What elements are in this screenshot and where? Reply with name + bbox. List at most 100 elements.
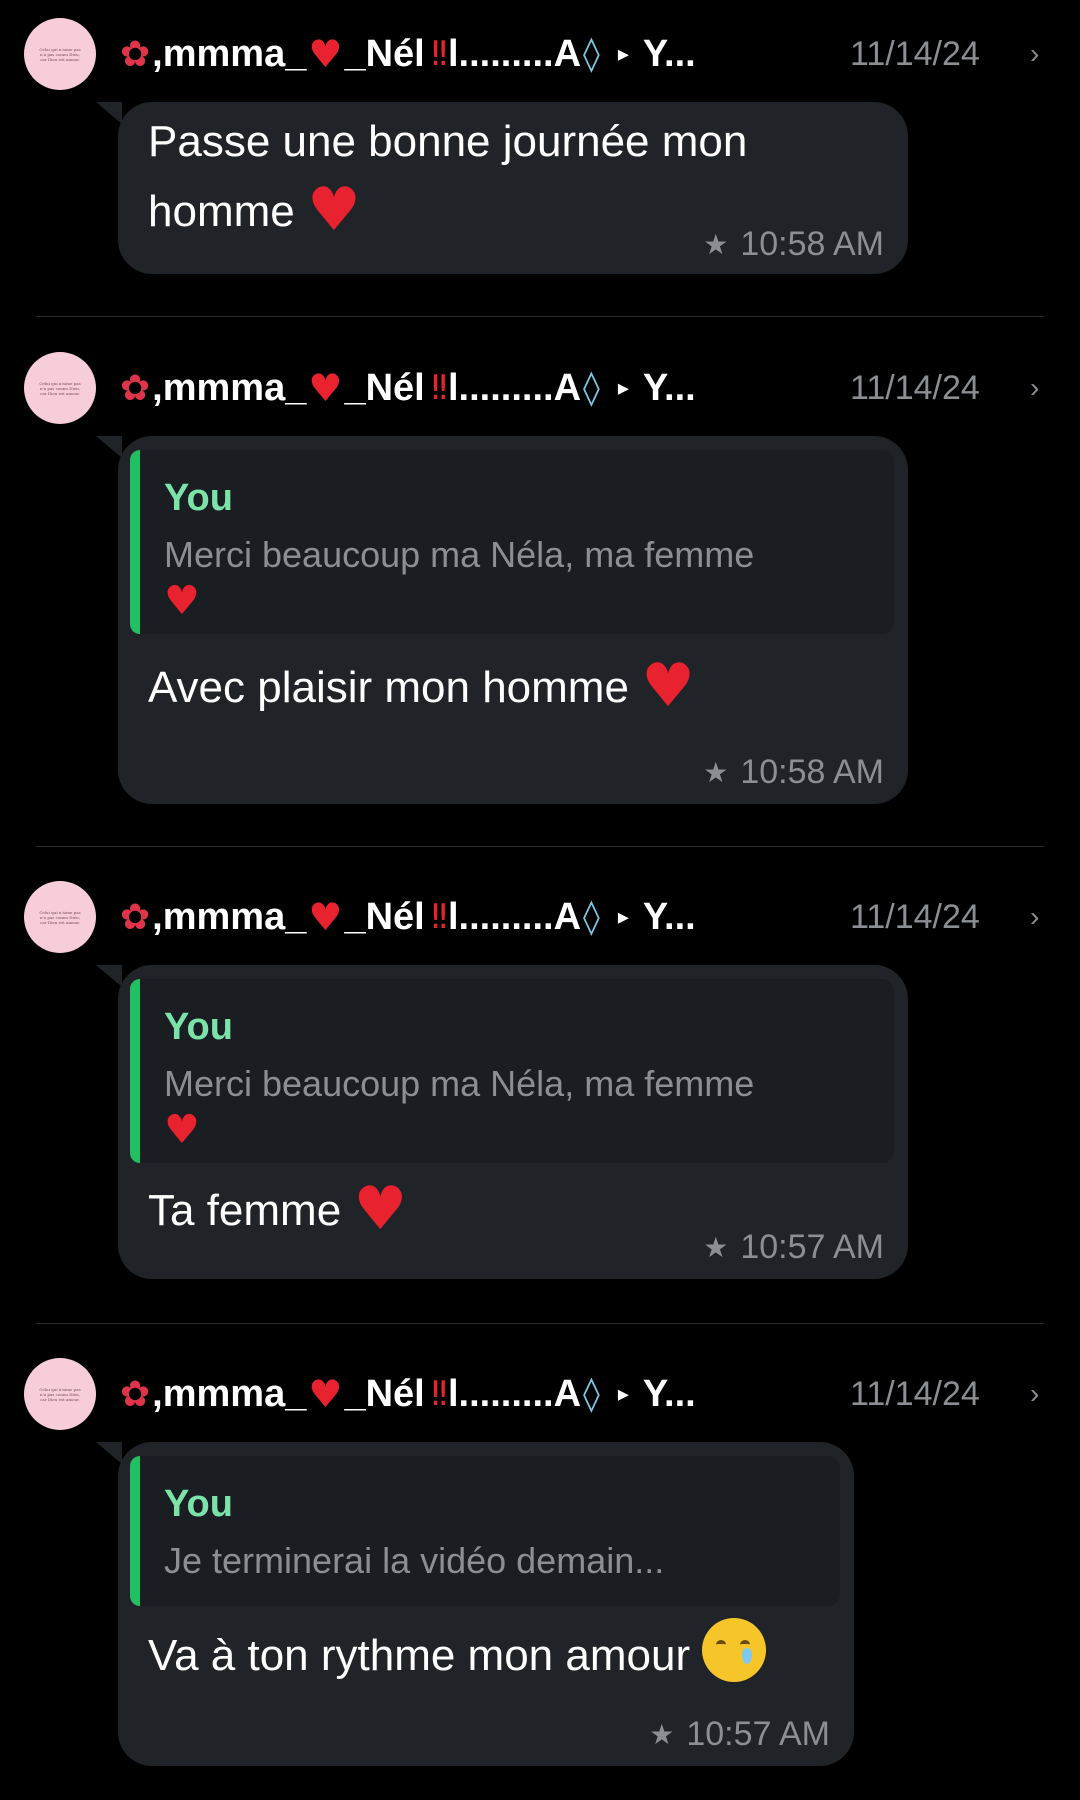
quote-accent-bar xyxy=(130,1456,140,1606)
ring-icon: ◊ xyxy=(583,34,600,74)
message-date: 11/14/24 xyxy=(850,897,980,936)
message-date: 11/14/24 xyxy=(850,1374,980,1413)
quote-accent-bar xyxy=(130,979,140,1163)
sender-name-part1: ,mmma_ xyxy=(152,895,307,938)
double-exclamation-icon: !! xyxy=(428,897,450,937)
sender-name-part2: _Nél xyxy=(344,366,425,409)
contact-avatar[interactable]: Celui qui n'aime pas n'a pas connu Dieu,… xyxy=(24,1358,96,1430)
sender-name-part1: ,mmma_ xyxy=(152,32,307,75)
flower-icon: ✿ xyxy=(120,1373,151,1415)
message-meta: ★ 10:58 AM xyxy=(703,224,884,264)
play-arrow-icon: ▸ xyxy=(617,904,629,930)
sender-name-part2: _Nél xyxy=(344,1372,425,1415)
heart-icon: ♥ xyxy=(308,895,343,939)
sender-name: ✿ ,mmma_ ♥ _Nél !! l.........A ◊ ▸ Y... xyxy=(120,30,696,78)
sender-name: ✿ ,mmma_ ♥ _Nél !! l.........A ◊ ▸ Y... xyxy=(120,364,696,412)
flower-icon: ✿ xyxy=(120,896,151,938)
avatar-caption: Celui qui n'aime pas n'a pas connu Dieu,… xyxy=(39,1386,81,1402)
double-exclamation-icon: !! xyxy=(428,1374,450,1414)
recipient-truncated: Y... xyxy=(642,366,696,409)
message-bubble[interactable]: You Merci beaucoup ma Néla, ma femme ♥ T… xyxy=(118,965,908,1279)
heart-emoji-icon: ♥ xyxy=(164,578,200,624)
chevron-right-icon[interactable]: › xyxy=(1030,1370,1039,1418)
heart-emoji-icon: ♥ xyxy=(641,651,695,721)
flower-icon: ✿ xyxy=(120,367,151,409)
bubble-tail xyxy=(96,965,122,987)
contact-avatar[interactable]: Celui qui n'aime pas n'a pas connu Dieu,… xyxy=(24,18,96,90)
quoted-message[interactable]: You Merci beaucoup ma Néla, ma femme ♥ xyxy=(130,450,894,634)
message-text: Va à ton rythme mon amour xyxy=(148,1618,848,1690)
message-text-content: Va à ton rythme mon amour xyxy=(148,1631,691,1680)
star-icon: ★ xyxy=(649,1717,675,1751)
message-text-content: Passe une bonne journée mon homme xyxy=(148,117,748,236)
tear-drop xyxy=(742,1648,753,1664)
avatar-caption: Celui qui n'aime pas n'a pas connu Dieu,… xyxy=(39,46,81,62)
double-exclamation-icon: !! xyxy=(428,368,450,408)
sender-name-part1: ,mmma_ xyxy=(152,366,307,409)
ring-icon: ◊ xyxy=(583,897,600,937)
quote-text: Merci beaucoup ma Néla, ma femme ♥ xyxy=(164,532,864,625)
message-time: 10:58 AM xyxy=(740,224,884,263)
avatar-caption: Celui qui n'aime pas n'a pas connu Dieu,… xyxy=(39,909,81,925)
star-icon: ★ xyxy=(703,227,729,261)
play-arrow-icon: ▸ xyxy=(617,1381,629,1407)
heart-icon: ♥ xyxy=(308,366,343,410)
message-meta: ★ 10:57 AM xyxy=(703,1227,884,1267)
bubble-tail xyxy=(96,1442,122,1464)
contact-avatar[interactable]: Celui qui n'aime pas n'a pas connu Dieu,… xyxy=(24,352,96,424)
sender-name-part2: _Nél xyxy=(344,895,425,938)
quoted-message[interactable]: You Merci beaucoup ma Néla, ma femme ♥ xyxy=(130,979,894,1163)
ring-icon: ◊ xyxy=(583,368,600,408)
quote-text: Merci beaucoup ma Néla, ma femme ♥ xyxy=(164,1061,864,1154)
quote-author: You xyxy=(164,1483,233,1525)
chevron-right-icon[interactable]: › xyxy=(1030,893,1039,941)
quote-text: Je terminerai la vidéo demain... xyxy=(164,1538,864,1584)
chevron-right-icon[interactable]: › xyxy=(1030,30,1039,78)
heart-emoji-icon: ♥ xyxy=(353,1174,408,1244)
heart-emoji-icon: ♥ xyxy=(306,175,361,245)
quoted-message[interactable]: You Je terminerai la vidéo demain... xyxy=(130,1456,840,1606)
message-date: 11/14/24 xyxy=(850,368,980,407)
avatar-caption: Celui qui n'aime pas n'a pas connu Dieu,… xyxy=(39,380,81,396)
sender-name-part3: l.........A xyxy=(448,366,582,409)
message-bubble[interactable]: You Je terminerai la vidéo demain... Va … xyxy=(118,1442,854,1766)
bubble-tail xyxy=(96,436,122,458)
quote-accent-bar xyxy=(130,450,140,634)
message-bubble[interactable]: You Merci beaucoup ma Néla, ma femme ♥ A… xyxy=(118,436,908,804)
recipient-truncated: Y... xyxy=(642,895,696,938)
recipient-truncated: Y... xyxy=(642,32,696,75)
divider xyxy=(36,316,1044,317)
play-arrow-icon: ▸ xyxy=(617,41,629,67)
play-arrow-icon: ▸ xyxy=(617,375,629,401)
quote-author: You xyxy=(164,1006,233,1048)
sender-name-part3: l.........A xyxy=(448,1372,582,1415)
ring-icon: ◊ xyxy=(583,1374,600,1414)
message-bubble[interactable]: Passe une bonne journée mon homme ♥ ★ 10… xyxy=(118,102,908,274)
divider xyxy=(36,1323,1044,1324)
bubble-tail xyxy=(96,102,122,124)
sender-name: ✿ ,mmma_ ♥ _Nél !! l.........A ◊ ▸ Y... xyxy=(120,1370,696,1418)
message-date: 11/14/24 xyxy=(850,34,980,73)
star-icon: ★ xyxy=(703,1230,729,1264)
sender-name: ✿ ,mmma_ ♥ _Nél !! l.........A ◊ ▸ Y... xyxy=(120,893,696,941)
flower-icon: ✿ xyxy=(120,33,151,75)
heart-icon: ♥ xyxy=(308,32,343,76)
quote-author: You xyxy=(164,477,233,519)
sender-name-part2: _Nél xyxy=(344,32,425,75)
smiling-face-with-tear-icon xyxy=(702,1618,767,1682)
message-text-content: Ta femme xyxy=(148,1186,342,1235)
quote-text-content: Merci beaucoup ma Néla, ma femme xyxy=(164,1063,755,1104)
message-time: 10:57 AM xyxy=(686,1714,830,1753)
message-text: Avec plaisir mon homme ♥ xyxy=(148,652,868,722)
sender-name-part3: l.........A xyxy=(448,895,582,938)
message-meta: ★ 10:58 AM xyxy=(703,752,884,792)
sender-name-part3: l.........A xyxy=(448,32,582,75)
chevron-right-icon[interactable]: › xyxy=(1030,364,1039,412)
message-meta: ★ 10:57 AM xyxy=(649,1714,830,1754)
divider xyxy=(36,846,1044,847)
double-exclamation-icon: !! xyxy=(428,34,450,74)
recipient-truncated: Y... xyxy=(642,1372,696,1415)
message-text: Passe une bonne journée mon homme ♥ xyxy=(148,108,768,246)
contact-avatar[interactable]: Celui qui n'aime pas n'a pas connu Dieu,… xyxy=(24,881,96,953)
quote-text-content: Merci beaucoup ma Néla, ma femme xyxy=(164,534,755,575)
